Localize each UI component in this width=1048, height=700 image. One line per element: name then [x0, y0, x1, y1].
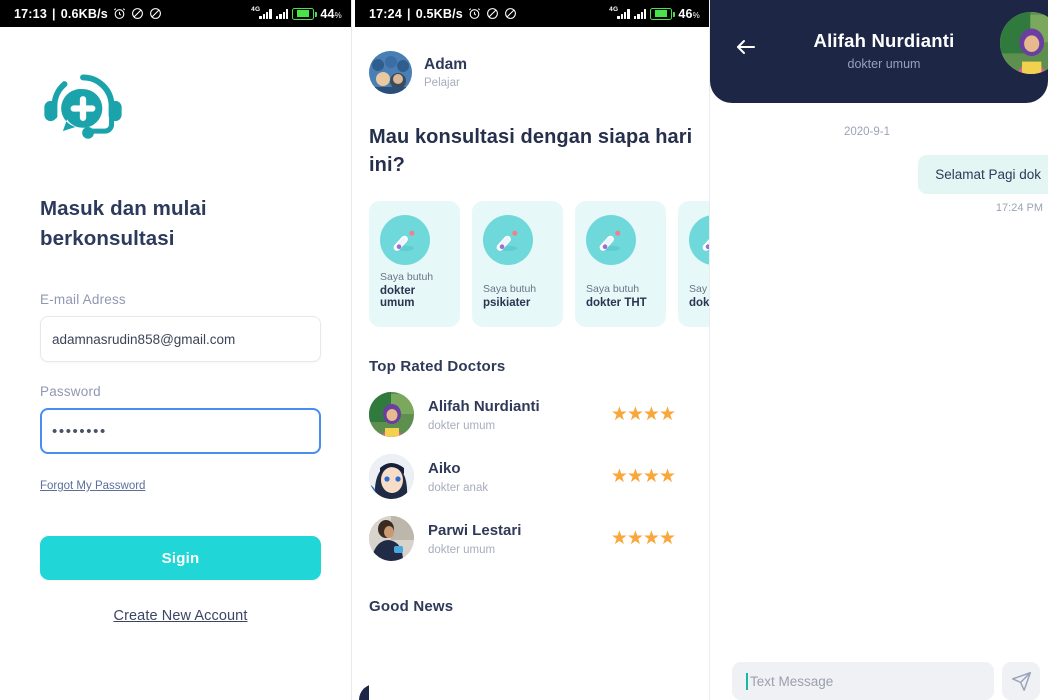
password-field-label: Password — [40, 384, 101, 399]
text-caret — [746, 672, 748, 690]
signal-icon-sim2 — [275, 8, 289, 19]
doctor-specialty: dokter umum — [428, 543, 496, 556]
category-card-psikiater[interactable]: Saya butuh psikiater — [472, 201, 563, 327]
login-form-container: Masuk dan mulai berkonsultasi E-mail Adr… — [0, 27, 351, 624]
create-account-link[interactable]: Create New Account — [40, 608, 321, 624]
doctor-list-item[interactable]: Parwi Lestari dokter umum ★★★★ — [369, 516, 709, 561]
thermometer-icon — [586, 215, 636, 265]
email-input-value: adamnasrudin858@gmail.com — [52, 331, 236, 347]
top-rated-doctors-title: Top Rated Doctors — [369, 358, 506, 375]
signin-button[interactable]: Sigin — [40, 536, 321, 580]
category-card-dokter-tht[interactable]: Saya butuh dokter THT — [575, 201, 666, 327]
signal-icon-sim1: 4G — [251, 6, 272, 19]
avatar — [369, 516, 414, 561]
mute-icon — [131, 7, 144, 20]
battery-percent: 44% — [320, 6, 342, 21]
avatar — [369, 392, 414, 437]
rating-stars: ★★★★ — [610, 404, 676, 425]
chat-doctor-specialty: dokter umum — [847, 57, 921, 71]
bottom-nav-mask — [369, 682, 709, 700]
back-arrow-icon[interactable] — [733, 34, 759, 60]
signal-icon-sim1: 4G — [609, 6, 630, 19]
doctor-list-item[interactable]: Alifah Nurdianti dokter umum ★★★★ — [369, 392, 709, 437]
chat-doctor-name: Alifah Nurdianti — [813, 30, 955, 51]
battery-percent: 46% — [678, 6, 700, 21]
home-heading: Mau konsultasi dengan siapa hari ini? — [369, 126, 693, 176]
chat-date-divider: 2020-9-1 — [843, 126, 891, 138]
chat-message-timestamp: 17:24 PM — [995, 202, 1043, 214]
home-screen-panel: 17:24 | 0.5KB/s 4G 46% Adam Pelajar Mau … — [355, 0, 710, 700]
doctor-name: Parwi Lestari — [428, 521, 522, 539]
password-input[interactable]: •••••••• — [40, 408, 321, 454]
chat-input-bar: Text Message — [710, 656, 1048, 700]
do-not-disturb-icon — [149, 7, 162, 20]
battery-unit: % — [334, 10, 342, 20]
login-screen-panel: 17:13 | 0.6KB/s 4G 44% Masuk dan mulai b… — [0, 0, 352, 700]
thermometer-icon — [380, 215, 430, 265]
profile-name: Adam — [424, 55, 468, 73]
chat-message-bubble[interactable]: Selamat Pagi dok — [918, 155, 1048, 194]
doctor-specialty: dokter anak — [428, 481, 489, 494]
category-sub: Saya butuh — [380, 271, 434, 283]
email-input[interactable]: adamnasrudin858@gmail.com — [40, 316, 321, 362]
message-input-placeholder: Text Message — [750, 673, 834, 689]
alarm-icon — [113, 7, 126, 20]
battery-icon — [292, 7, 318, 20]
status-time: 17:13 — [14, 6, 47, 21]
avatar — [369, 454, 414, 499]
good-news-title: Good News — [369, 598, 454, 615]
forgot-password-link[interactable]: Forgot My Password — [40, 480, 145, 492]
status-bar-home: 17:24 | 0.5KB/s 4G 46% — [355, 0, 709, 27]
do-not-disturb-icon — [504, 7, 517, 20]
category-name: psikiater — [483, 297, 531, 309]
alarm-icon — [468, 7, 481, 20]
category-name: dokter THT — [586, 297, 647, 309]
profile-role: Pelajar — [424, 77, 460, 90]
network-gen-label: 4G — [609, 6, 619, 13]
status-bar-login: 17:13 | 0.6KB/s 4G 44% — [0, 0, 351, 27]
signal-icon-sim2 — [633, 8, 647, 19]
headset-chat-plus-logo-icon — [44, 74, 122, 139]
thermometer-icon — [483, 215, 533, 265]
status-network-speed: 0.5KB/s — [415, 6, 463, 21]
mute-icon — [486, 7, 499, 20]
category-sub: Saya butuh — [586, 283, 640, 295]
login-page-title: Masuk dan mulai berkonsultasi — [40, 197, 207, 250]
battery-icon — [650, 7, 676, 20]
message-input[interactable]: Text Message — [732, 662, 994, 700]
status-separator: | — [406, 6, 411, 21]
password-input-value: •••••••• — [52, 422, 107, 440]
rating-stars: ★★★★ — [610, 466, 676, 487]
thermometer-icon — [689, 215, 709, 265]
doctor-list-item[interactable]: Aiko dokter anak ★★★★ — [369, 454, 709, 499]
user-profile-row[interactable]: Adam Pelajar — [355, 27, 709, 94]
status-time: 17:24 — [369, 6, 402, 21]
email-field-label: E-mail Adress — [40, 292, 126, 307]
home-content: Adam Pelajar Mau konsultasi dengan siapa… — [355, 27, 709, 615]
chat-header: Alifah Nurdianti dokter umum — [710, 0, 1048, 103]
rating-stars: ★★★★ — [610, 528, 676, 549]
chat-message-row: Selamat Pagi dok — [710, 155, 1048, 194]
chat-message-area: 2020-9-1 Selamat Pagi dok 17:24 PM — [710, 126, 1048, 686]
chat-screen-panel: Alifah Nurdianti dokter umum 2020-9-1 Se… — [710, 0, 1048, 700]
category-sub: Say — [689, 283, 708, 295]
category-card-dokter-umum[interactable]: Saya butuh dokter umum — [369, 201, 460, 327]
category-sub: Saya butuh — [483, 283, 537, 295]
send-paper-plane-icon[interactable] — [1002, 662, 1040, 700]
network-gen-label: 4G — [251, 6, 261, 13]
battery-unit: % — [692, 10, 700, 20]
category-card-partial[interactable]: Say dok — [678, 201, 710, 327]
doctor-name: Alifah Nurdianti — [428, 397, 540, 415]
category-name: dokter umum — [380, 285, 416, 309]
avatar — [369, 51, 412, 94]
app-logo — [41, 69, 311, 158]
doctor-specialty: dokter umum — [428, 419, 496, 432]
doctor-name: Aiko — [428, 459, 461, 477]
status-network-speed: 0.6KB/s — [60, 6, 108, 21]
three-phone-screens-composite: 17:13 | 0.6KB/s 4G 44% Masuk dan mulai b… — [0, 0, 1048, 700]
category-card-list: Saya butuh dokter umum Saya butuh psikia… — [369, 201, 709, 327]
category-name: dok — [689, 297, 710, 309]
status-separator: | — [51, 6, 56, 21]
